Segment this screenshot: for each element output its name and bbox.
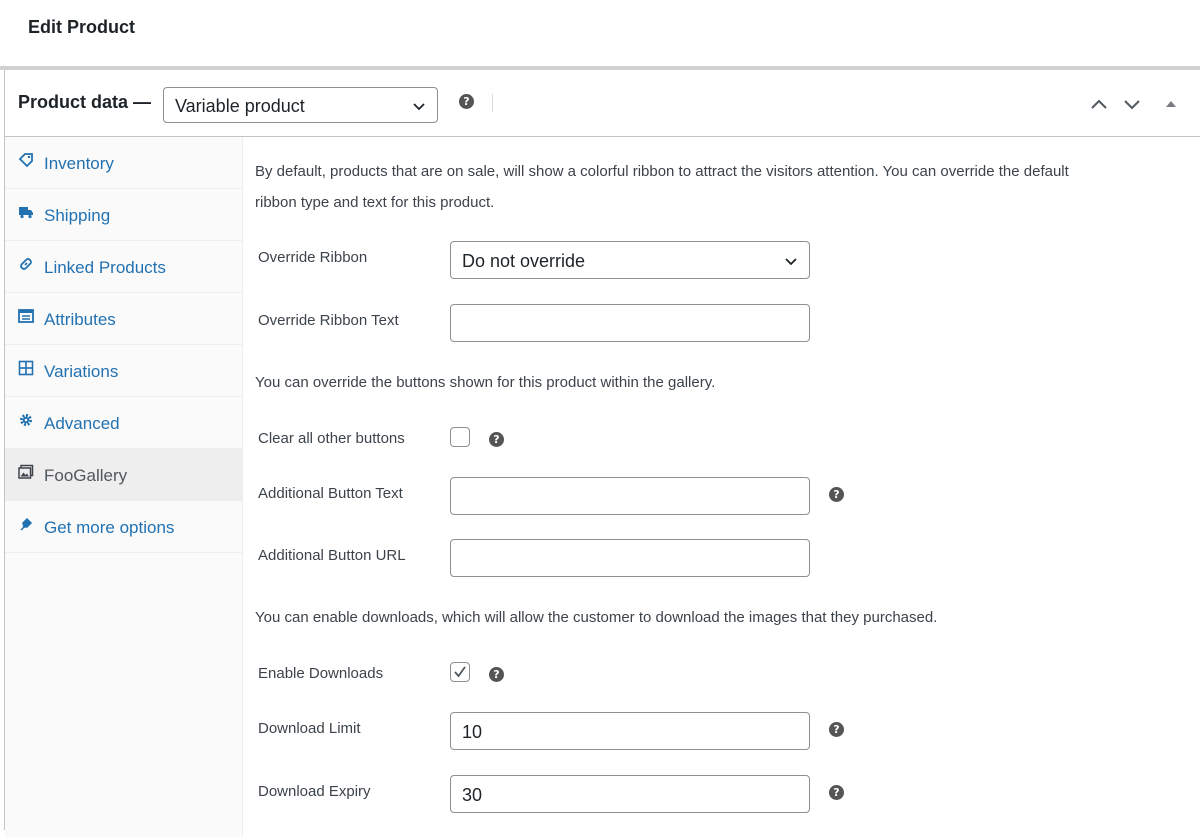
checkmark-icon — [454, 666, 466, 678]
download-limit-label: Download Limit — [258, 720, 361, 737]
page-title: Edit Product — [28, 17, 135, 37]
tab-label: Attributes — [44, 310, 116, 329]
help-icon[interactable]: ? — [829, 722, 844, 737]
buttons-intro-text: You can override the buttons shown for t… — [255, 374, 716, 391]
tab-shipping[interactable]: Shipping — [5, 189, 242, 241]
product-data-tabs: Inventory Shipping Linked Products Attri… — [5, 137, 243, 837]
additional-button-text-input[interactable] — [450, 477, 810, 515]
ribbon-intro-line: ribbon type and text for this product. — [255, 194, 495, 211]
product-type-value: Variable product — [175, 96, 305, 116]
chevron-up-icon[interactable] — [1089, 96, 1109, 112]
override-ribbon-select[interactable]: Do not override — [450, 241, 810, 279]
tab-label: Get more options — [44, 518, 175, 537]
tab-get-more-options[interactable]: Get more options — [5, 501, 242, 553]
downloads-intro-text: You can enable downloads, which will all… — [255, 609, 938, 626]
product-data-metabox: Product data — Variable product ? Invent… — [4, 70, 1200, 837]
ribbon-intro-line: By default, products that are on sale, w… — [255, 163, 1069, 180]
gallery-icon — [18, 464, 34, 479]
enable-downloads-checkbox[interactable] — [450, 662, 470, 682]
override-ribbon-value: Do not override — [462, 251, 586, 271]
override-ribbon-text-label: Override Ribbon Text — [258, 312, 399, 329]
foogallery-panel: By default, products that are on sale, w… — [243, 137, 1200, 837]
tab-label: Advanced — [44, 414, 120, 433]
list-icon — [18, 309, 34, 323]
override-ribbon-text-input[interactable] — [450, 304, 810, 342]
tab-linked-products[interactable]: Linked Products — [5, 241, 242, 293]
plugin-icon — [20, 517, 33, 531]
product-type-select[interactable]: Variable product — [163, 87, 438, 123]
additional-button-text-label: Additional Button Text — [258, 485, 403, 502]
download-expiry-input[interactable]: 30 — [450, 775, 810, 813]
link-icon — [20, 258, 32, 270]
ribbon-intro-text: By default, products that are on sale, w… — [255, 156, 1069, 218]
tab-label: Linked Products — [44, 258, 166, 277]
clear-buttons-label: Clear all other buttons — [258, 430, 405, 447]
help-icon[interactable]: ? — [829, 785, 844, 800]
tag-icon — [18, 153, 33, 168]
tab-inventory[interactable]: Inventory — [5, 137, 242, 189]
tab-label: Inventory — [44, 154, 114, 173]
page-header: Edit Product — [0, 0, 1200, 66]
tab-variations[interactable]: Variations — [5, 345, 242, 397]
metabox-header: Product data — Variable product ? — [5, 70, 1200, 137]
enable-downloads-label: Enable Downloads — [258, 665, 384, 682]
chevron-down-icon — [413, 103, 425, 111]
truck-icon — [19, 207, 33, 219]
metabox-title: Product data — — [18, 92, 152, 112]
clear-buttons-checkbox[interactable] — [450, 427, 470, 447]
help-icon[interactable]: ? — [829, 487, 844, 502]
tab-label: FooGallery — [44, 466, 128, 485]
help-icon[interactable]: ? — [489, 432, 504, 447]
chevron-down-icon[interactable] — [1122, 96, 1142, 112]
help-icon[interactable]: ? — [459, 94, 474, 109]
tab-label: Variations — [44, 362, 119, 381]
header-separator — [492, 94, 493, 112]
tab-label: Shipping — [44, 206, 111, 225]
override-ribbon-label: Override Ribbon — [258, 249, 368, 266]
collapse-triangle-icon[interactable] — [1163, 96, 1179, 112]
additional-button-url-label: Additional Button URL — [258, 547, 406, 564]
download-limit-input[interactable]: 10 — [450, 712, 810, 750]
additional-button-url-input[interactable] — [450, 539, 810, 577]
grid-icon — [18, 360, 34, 376]
help-icon[interactable]: ? — [489, 667, 504, 682]
tab-attributes[interactable]: Attributes — [5, 293, 242, 345]
tab-advanced[interactable]: Advanced — [5, 397, 242, 449]
gear-icon — [20, 414, 32, 426]
tab-foogallery[interactable]: FooGallery — [5, 449, 242, 501]
chevron-down-icon — [785, 258, 797, 266]
download-expiry-label: Download Expiry — [258, 783, 371, 800]
